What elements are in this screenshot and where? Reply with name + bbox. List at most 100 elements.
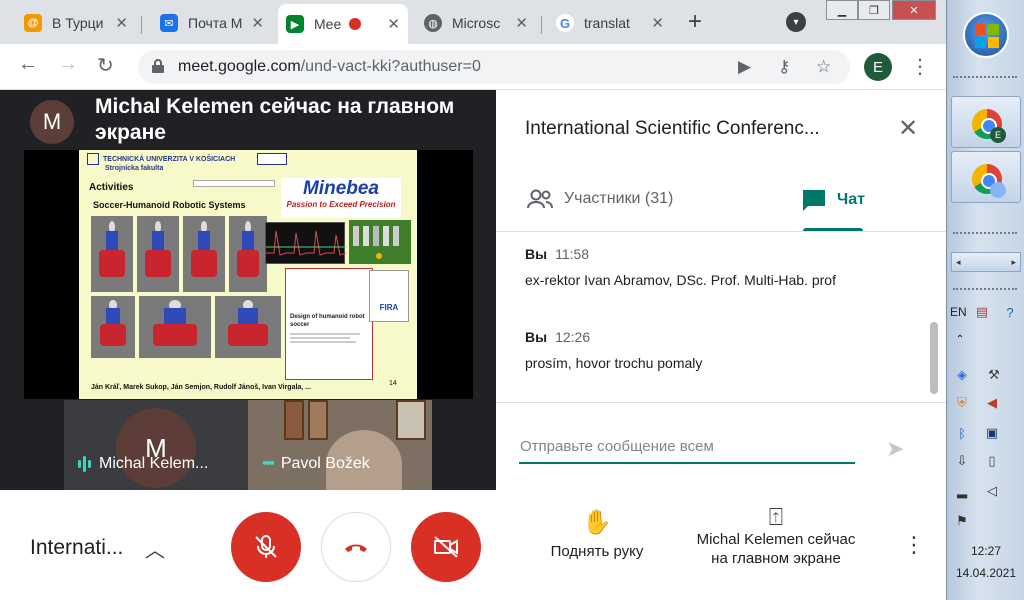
tab-meet[interactable]: ▶ Mee ✕	[278, 4, 408, 44]
bluetooth-icon[interactable]: ᛒ	[953, 424, 971, 442]
volume-muted-icon[interactable]: ◀	[983, 394, 1001, 412]
back-icon[interactable]: ←	[18, 53, 38, 76]
close-tab-icon[interactable]: ✕	[515, 14, 528, 32]
chat-scrollbar[interactable]	[930, 322, 938, 394]
close-tab-icon[interactable]: ✕	[651, 14, 664, 32]
tool-icon[interactable]: ⚒	[985, 366, 1003, 384]
display-icon[interactable]: ▣	[983, 424, 1001, 442]
network-app-icon[interactable]: ◈	[953, 366, 971, 384]
close-icon[interactable]: ✕	[898, 114, 918, 143]
security-icon[interactable]: ⛨	[953, 394, 971, 412]
reload-icon[interactable]: ↻	[97, 53, 114, 78]
new-tab-button[interactable]: +	[688, 8, 702, 36]
tab-microsoft[interactable]: ◍ Microsc ✕	[416, 6, 536, 40]
close-window-button[interactable]: ✕	[892, 0, 936, 20]
tab-participants[interactable]: Участники (31)	[526, 188, 673, 210]
audio-level-icon	[78, 456, 91, 472]
hand-icon: ✋	[582, 509, 612, 536]
presenting-button[interactable]: ⍐ Michal Kelemen сейчас на главном экран…	[696, 506, 856, 568]
camera-toggle-button[interactable]	[411, 512, 481, 582]
taskbar-chrome-profile-e[interactable]: E	[951, 96, 1021, 148]
participant-avatar: M	[116, 408, 196, 488]
university-logo	[87, 153, 99, 165]
mic-off-icon	[255, 535, 277, 558]
meet-icon: ▶	[286, 15, 304, 33]
microphone-toggle-button[interactable]	[231, 512, 301, 582]
participant-name: ••• Pavol Božek	[262, 455, 370, 472]
robot-photo	[215, 296, 281, 358]
background-shelf	[284, 400, 304, 440]
close-tab-icon[interactable]: ✕	[387, 15, 400, 33]
action-center-flag-icon[interactable]: ⚑	[953, 512, 971, 530]
shared-screen[interactable]: TECHNICKÁ UNIVERZITA V KOŠICIACH Strojní…	[24, 150, 473, 399]
people-icon	[527, 189, 553, 209]
slide-subtitle: Soccer-Humanoid Robotic Systems	[93, 200, 246, 210]
leave-call-button[interactable]	[321, 512, 391, 582]
presentation-slide: TECHNICKÁ UNIVERZITA V KOŠICIACH Strojní…	[79, 150, 417, 399]
bookmark-star-icon[interactable]: ☆	[816, 57, 831, 77]
paper-thumbnail: Design of humanoid robot soccer	[285, 268, 373, 380]
panel-title: International Scientific Conferenc...	[525, 118, 820, 139]
forward-icon[interactable]: →	[58, 53, 78, 76]
url-text[interactable]: meet.google.com/und-vact-kki?authuser=0	[178, 58, 481, 76]
scroll-left-icon: ◂	[956, 256, 961, 267]
chat-message: Вы 11:58 ex-rektor Ivan Abramov, DSc. Pro…	[525, 246, 836, 288]
tab-translate[interactable]: G translat ✕	[548, 6, 672, 40]
close-tab-icon[interactable]: ✕	[115, 14, 128, 32]
update-icon[interactable]: ⇩	[953, 452, 971, 470]
help-icon[interactable]: ?	[1001, 303, 1019, 321]
camera-off-icon	[434, 536, 458, 558]
slide-header: TECHNICKÁ UNIVERZITA V KOŠICIACH Strojní…	[87, 153, 235, 173]
more-dots-icon: •••	[262, 455, 275, 472]
maximize-button[interactable]: ❐	[858, 0, 890, 20]
chat-panel: International Scientific Conferenc... ✕ …	[496, 90, 946, 490]
taskbar-clock[interactable]: 12:27	[947, 544, 1024, 558]
windows-logo-icon	[975, 24, 986, 35]
tab-mail[interactable]: ✉ Почта M ✕	[152, 6, 272, 40]
windows-taskbar: E ◂ ▸ EN ▤ ? ⌃ ◈ ⚒ ⛨ ◀ ᛒ ▣ ⇩ ▯ ▂ ◁ ⚑ 12:2…	[946, 0, 1024, 600]
chevron-up-icon[interactable]: ︿	[145, 534, 165, 563]
lock-icon[interactable]	[152, 59, 164, 73]
raise-hand-button[interactable]: ✋ Поднять руку	[532, 508, 662, 560]
slide-page-number: 14	[389, 380, 397, 387]
faculty-logo	[257, 153, 287, 165]
presenter-avatar: M	[30, 100, 74, 144]
robot-photo	[139, 296, 211, 358]
language-indicator[interactable]: EN	[950, 305, 967, 319]
camera-icon[interactable]: ▶	[738, 57, 751, 77]
fira-logo: FIRA	[369, 270, 409, 322]
participant-tile[interactable]: ••• Pavol Božek	[248, 400, 432, 490]
speaker-icon[interactable]: ◁	[983, 482, 1001, 500]
pdf-icon[interactable]: ▤	[973, 303, 991, 321]
soccer-field-photo	[349, 220, 411, 264]
taskbar-date[interactable]: 14.04.2021	[947, 566, 1024, 580]
battery-icon[interactable]: ▯	[983, 452, 1001, 470]
participant-tile[interactable]: M Michal Kelem...	[64, 400, 248, 490]
close-tab-icon[interactable]: ✕	[251, 14, 264, 32]
more-options-icon[interactable]: ⋮	[903, 532, 925, 558]
start-button[interactable]	[963, 12, 1009, 58]
background-shelf	[308, 400, 328, 440]
tray-expand-icon[interactable]: ⌃	[951, 330, 969, 348]
profile-badge: E	[990, 127, 1006, 143]
tab-turkey[interactable]: @ В Турци ✕	[16, 6, 136, 40]
tab-chat[interactable]: Чат	[801, 188, 865, 212]
at-sign-icon: @	[24, 14, 42, 32]
key-icon[interactable]: ⚷	[778, 57, 790, 77]
taskbar-chrome-profile-default[interactable]	[951, 151, 1021, 203]
browser-menu-icon[interactable]: ⋮	[910, 54, 930, 79]
send-icon[interactable]: ➤	[886, 436, 904, 462]
taskbar-scroller[interactable]: ◂ ▸	[951, 252, 1021, 272]
meeting-name[interactable]: Internati...	[30, 536, 123, 560]
minimize-button[interactable]: ▁	[826, 0, 858, 20]
slide-activities: Activities	[89, 182, 134, 193]
chat-message-input[interactable]: Отправьте сообщение всем	[519, 436, 855, 464]
address-bar[interactable]: meet.google.com/und-vact-kki?authuser=0 …	[138, 50, 850, 84]
signal-icon[interactable]: ▂	[953, 482, 971, 500]
robot-photo	[91, 296, 135, 358]
profile-avatar[interactable]: E	[864, 53, 892, 81]
scroll-right-icon: ▸	[1011, 256, 1016, 267]
chat-message: Вы 12:26 prosím, hovor trochu pomaly	[525, 329, 703, 371]
globe-icon: ◍	[424, 14, 442, 32]
tab-search-icon[interactable]: ▾	[786, 12, 806, 32]
